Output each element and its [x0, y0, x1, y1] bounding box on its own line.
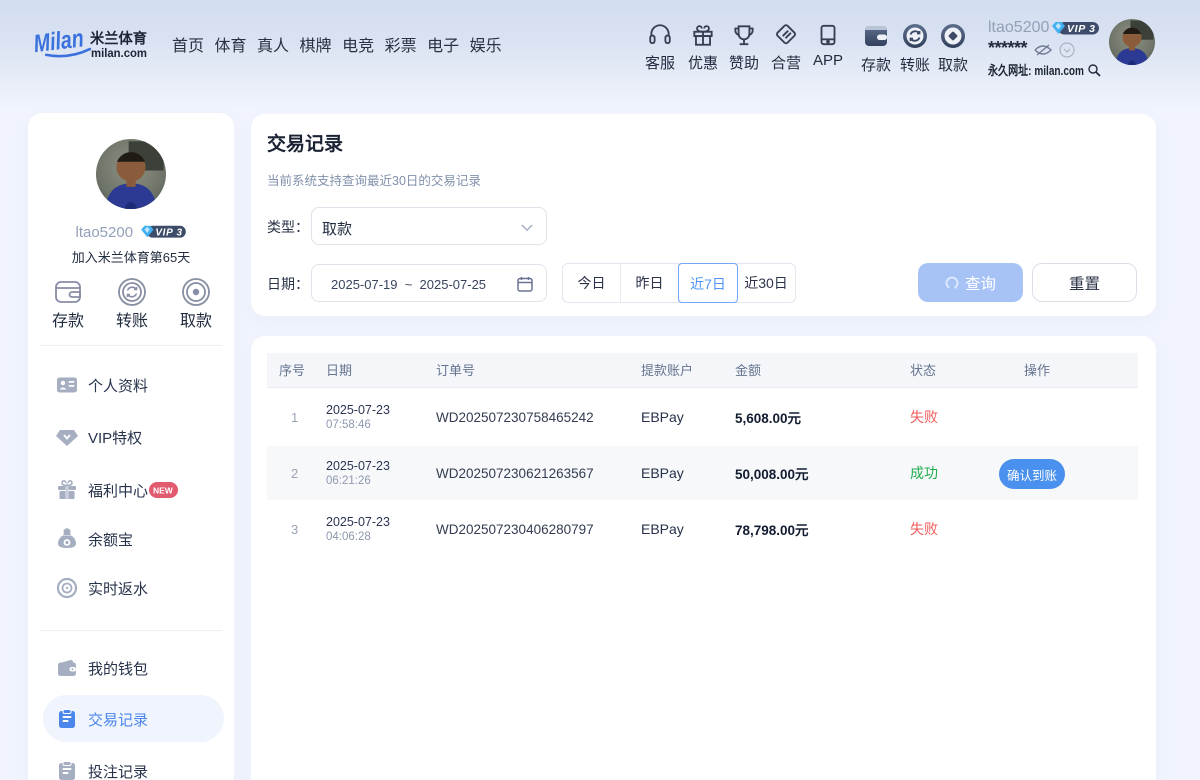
- svg-text:milan.com: milan.com: [91, 46, 147, 60]
- svg-text:NEW: NEW: [153, 486, 174, 496]
- svg-text:VIP 3: VIP 3: [1067, 23, 1095, 35]
- svg-text:VIP 3: VIP 3: [155, 227, 182, 238]
- svg-text:米兰体育: 米兰体育: [90, 30, 147, 48]
- svg-text:永久网址: milan.com: 永久网址: milan.com: [988, 63, 1084, 78]
